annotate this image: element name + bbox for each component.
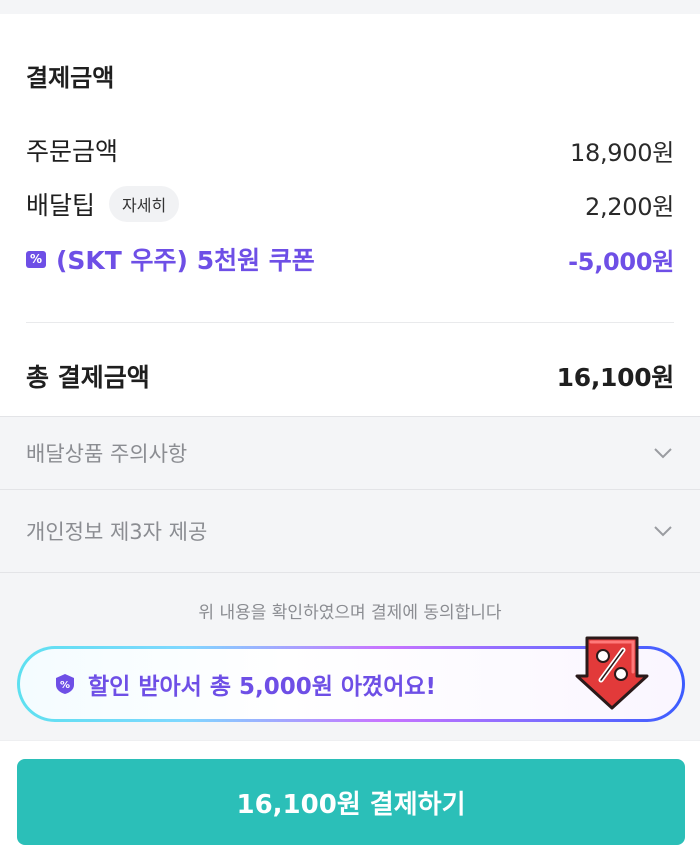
delivery-tip-left: 배달팁 자세히 (26, 186, 180, 222)
coupon-row: % (SKT 우주) 5천원 쿠폰 -5,000원 (26, 241, 674, 277)
order-amount-row: 주문금액 18,900원 (26, 132, 674, 168)
bottom-bar: 16,100원 결제하기 (0, 740, 700, 850)
delivery-tip-value: 2,200원 (585, 192, 674, 221)
payment-summary-card: 결제금액 주문금액 18,900원 배달팁 자세히 2,200원 % (SKT … (0, 14, 700, 416)
accordion-third-party-info-label: 개인정보 제3자 제공 (26, 520, 208, 544)
order-amount-value: 18,900원 (570, 138, 674, 167)
discount-tag-arrow-icon (573, 632, 651, 712)
divider (26, 322, 674, 323)
discount-badge-icon: % (54, 673, 76, 695)
accordion-delivery-notice[interactable]: 배달상품 주의사항 (0, 416, 700, 489)
accordion-delivery-notice-label: 배달상품 주의사항 (26, 442, 188, 466)
agreement-text: 위 내용을 확인하였으며 결제에 동의합니다 (198, 603, 502, 623)
svg-text:%: % (60, 680, 70, 691)
pay-button[interactable]: 16,100원 결제하기 (17, 759, 685, 845)
savings-banner-text: 할인 받아서 총 5,000원 아꼈어요! (88, 674, 437, 700)
coupon-amount: -5,000원 (568, 247, 674, 276)
chevron-down-icon (652, 520, 674, 542)
accordion-third-party-info[interactable]: 개인정보 제3자 제공 (0, 489, 700, 573)
delivery-tip-row: 배달팁 자세히 2,200원 (26, 186, 674, 222)
coupon-left: % (SKT 우주) 5천원 쿠폰 (26, 241, 315, 277)
payment-section-title: 결제금액 (26, 64, 115, 92)
chevron-down-icon (652, 442, 674, 464)
total-amount: 16,100원 (556, 363, 675, 392)
total-row: 총 결제금액 16,100원 (26, 358, 674, 394)
total-label: 총 결제금액 (26, 363, 150, 392)
delivery-tip-detail-button[interactable]: 자세히 (109, 186, 180, 222)
savings-banner: % 할인 받아서 총 5,000원 아꼈어요! (17, 636, 685, 722)
delivery-tip-label: 배달팁 (26, 191, 96, 220)
order-amount-label: 주문금액 (26, 137, 119, 166)
coupon-percent-icon: % (26, 250, 46, 268)
top-gap (0, 0, 700, 14)
coupon-label: (SKT 우주) 5천원 쿠폰 (56, 246, 315, 275)
